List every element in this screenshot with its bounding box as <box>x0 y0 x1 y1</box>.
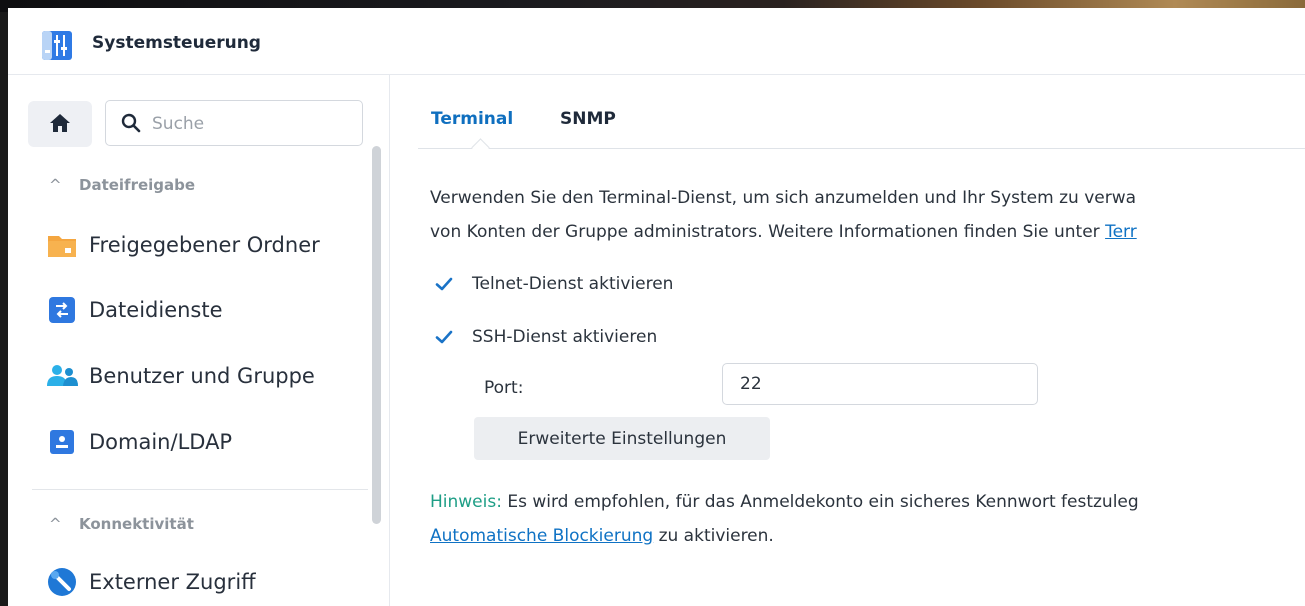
sidebar-item-label: Domain/LDAP <box>89 430 233 454</box>
search-icon <box>121 113 141 133</box>
shared-folder-icon <box>48 236 76 257</box>
hint-label: Hinweis: <box>430 492 502 512</box>
user-group-icon <box>47 365 78 386</box>
search-input[interactable] <box>150 110 354 138</box>
section-label: Konnektivität <box>79 515 194 533</box>
sidebar-item-freigegebener-ordner[interactable]: Freigegebener Ordner <box>46 225 366 265</box>
control-panel-icon <box>37 26 80 64</box>
sidebar-scrollbar[interactable] <box>372 146 381 524</box>
ssh-checkbox[interactable] <box>434 327 454 347</box>
description-text: von Konten der Gruppe administrators. We… <box>430 222 1106 242</box>
home-button[interactable] <box>28 101 92 147</box>
control-panel-window: Systemsteuerung ^ Dateifreigabe Freigegeb… <box>8 8 1305 606</box>
section-konnektivitaet[interactable]: ^ Konnektivität <box>49 515 194 533</box>
chevron-up-icon: ^ <box>49 176 62 194</box>
tab-snmp[interactable]: SNMP <box>560 109 616 129</box>
tab-underline <box>418 148 1305 149</box>
telnet-checkbox[interactable] <box>434 274 454 294</box>
section-label: Dateifreigabe <box>79 176 196 194</box>
sidebar-item-label: Externer Zugriff <box>89 570 256 594</box>
active-tab-indicator <box>471 138 490 157</box>
sidebar-item-externer-zugriff[interactable]: Externer Zugriff <box>46 562 366 602</box>
file-services-icon <box>49 297 75 323</box>
ssh-label[interactable]: SSH-Dienst aktivieren <box>472 327 657 347</box>
sidebar-item-label: Dateidienste <box>89 298 223 322</box>
title-bar: Systemsteuerung <box>8 8 1305 75</box>
home-icon <box>50 114 70 132</box>
hint-line-1: Hinweis: Es wird empfohlen, für das Anme… <box>430 492 1139 512</box>
sidebar: ^ Dateifreigabe Freigegebener Ordner Date… <box>8 75 390 606</box>
sidebar-item-dateidienste[interactable]: Dateidienste <box>46 290 366 330</box>
section-divider <box>32 489 368 490</box>
description-line-2: von Konten der Gruppe administrators. We… <box>430 222 1137 242</box>
sidebar-item-domain-ldap[interactable]: Domain/LDAP <box>46 422 366 462</box>
window-title: Systemsteuerung <box>92 33 261 53</box>
chevron-up-icon: ^ <box>49 515 62 533</box>
port-label: Port: <box>484 378 524 398</box>
auto-block-link[interactable]: Automatische Blockierung <box>430 526 653 546</box>
sidebar-item-label: Benutzer und Gruppe <box>89 364 315 388</box>
domain-ldap-icon <box>50 430 74 454</box>
advanced-settings-button[interactable]: Erweiterte Einstellungen <box>474 417 770 460</box>
tab-terminal[interactable]: Terminal <box>431 109 513 129</box>
main-panel: Terminal SNMP Verwenden Sie den Terminal… <box>390 75 1305 606</box>
search-box[interactable] <box>105 100 363 146</box>
description-line-1: Verwenden Sie den Terminal-Dienst, um si… <box>430 188 1137 208</box>
port-input[interactable] <box>722 363 1038 405</box>
external-access-icon <box>48 568 76 596</box>
sidebar-item-benutzer-und-gruppe[interactable]: Benutzer und Gruppe <box>46 356 366 396</box>
section-dateifreigabe[interactable]: ^ Dateifreigabe <box>49 176 195 194</box>
sidebar-item-label: Freigegebener Ordner <box>89 233 320 257</box>
telnet-label[interactable]: Telnet-Dienst aktivieren <box>472 274 673 294</box>
terminal-help-link[interactable]: Terr <box>1105 222 1137 242</box>
hint-text: Es wird empfohlen, für das Anmeldekonto … <box>501 492 1139 512</box>
hint-line-2: Automatische Blockierung zu aktivieren. <box>430 526 774 546</box>
hint-text-2: zu aktivieren. <box>653 526 774 546</box>
